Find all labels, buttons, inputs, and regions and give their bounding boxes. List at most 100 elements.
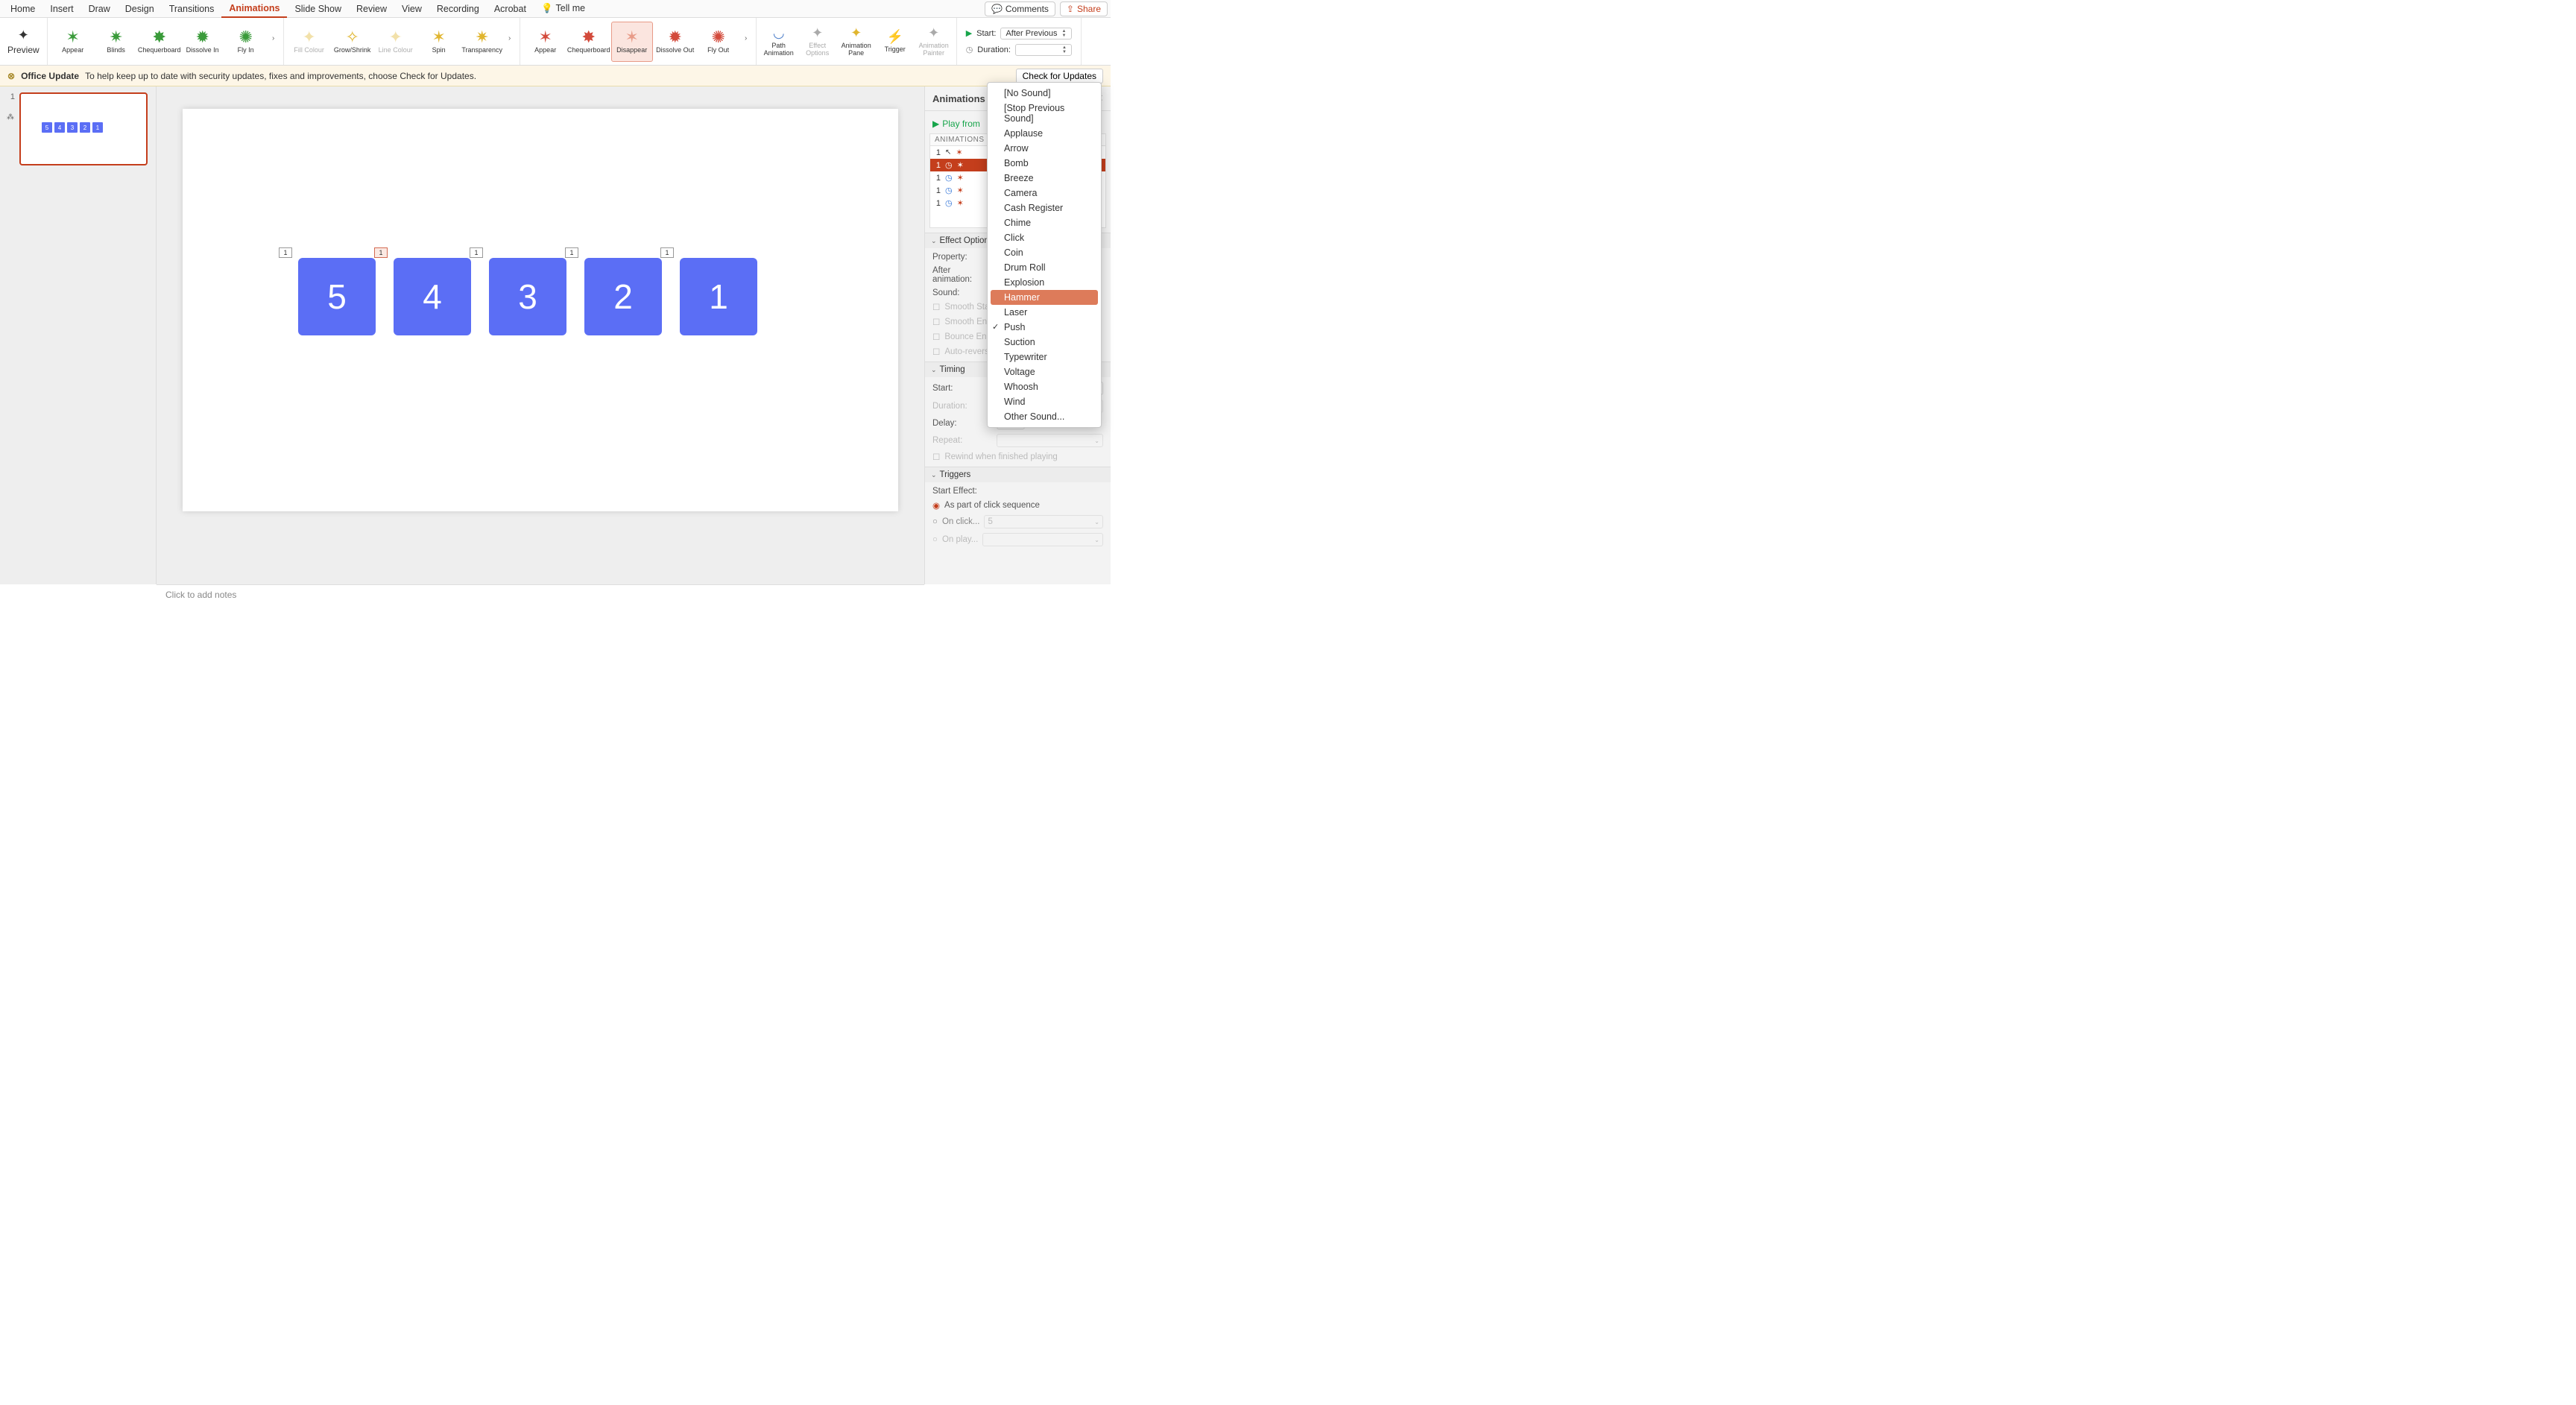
sound-option-label: Voltage — [1004, 367, 1035, 377]
sound-option-label: Chime — [1004, 218, 1031, 228]
exit-chequerboard[interactable]: ✸Chequerboard — [568, 22, 610, 62]
slide-canvas[interactable]: 15 14 13 12 11 — [183, 109, 898, 511]
tab-design[interactable]: Design — [118, 1, 162, 17]
emphasis-transparency[interactable]: ✷Transparency — [461, 22, 503, 62]
triggers-header[interactable]: ⌄Triggers — [925, 467, 1111, 482]
path-animation-button[interactable]: ◡Path Animation — [761, 25, 797, 57]
sound-option-coin[interactable]: Coin — [988, 245, 1101, 260]
exit-appear[interactable]: ✶Appear — [525, 22, 566, 62]
radio-on-click[interactable]: ○On click...5⌄ — [932, 515, 1103, 528]
sound-option-breeze[interactable]: Breeze — [988, 171, 1101, 186]
sound-option-chime[interactable]: Chime — [988, 215, 1101, 230]
anim-tag[interactable]: 1 — [279, 247, 292, 258]
sound-option-wind[interactable]: Wind — [988, 394, 1101, 409]
tab-draw[interactable]: Draw — [81, 1, 118, 17]
sound-option-bomb[interactable]: Bomb — [988, 156, 1101, 171]
animation-painter-button[interactable]: ✦Animation Painter — [916, 25, 952, 57]
tool-label: Animation Pane — [839, 42, 874, 57]
sound-option-other-sound-[interactable]: Other Sound... — [988, 409, 1101, 424]
tab-review[interactable]: Review — [349, 1, 394, 17]
sound-option-hammer[interactable]: Hammer — [991, 290, 1098, 305]
tab-insert[interactable]: Insert — [42, 1, 80, 17]
slide-box-5[interactable]: 5 — [298, 258, 376, 335]
slide-box-4[interactable]: 4 — [394, 258, 471, 335]
sound-option-label: Click — [1004, 233, 1024, 243]
gallery-label: Disappear — [616, 47, 647, 54]
anim-tag[interactable]: 1 — [660, 247, 674, 258]
sound-option-label: Wind — [1004, 397, 1025, 407]
start-dropdown[interactable]: After Previous ▲▼ — [1000, 28, 1071, 40]
sound-option-drum-roll[interactable]: Drum Roll — [988, 260, 1101, 275]
sound-option-whoosh[interactable]: Whoosh — [988, 379, 1101, 394]
radio-on-play: ○On play...⌄ — [932, 533, 1103, 546]
sound-option-explosion[interactable]: Explosion — [988, 275, 1101, 290]
anim-tag-selected[interactable]: 1 — [374, 247, 388, 258]
sound-option-voltage[interactable]: Voltage — [988, 364, 1101, 379]
exit-more[interactable]: › — [741, 34, 751, 48]
emphasis-linecolour[interactable]: ✦Line Colour — [375, 22, 417, 62]
preview-label: Preview — [7, 45, 40, 55]
duration-field[interactable]: ▲▼ — [1015, 44, 1072, 56]
sound-option-label: Cash Register — [1004, 203, 1063, 213]
star-icon: ✹ — [195, 29, 209, 45]
sound-option-label: Explosion — [1004, 277, 1044, 288]
tab-animations[interactable]: Animations — [221, 0, 287, 18]
anim-tag[interactable]: 1 — [565, 247, 578, 258]
gallery-label: Appear — [62, 47, 83, 54]
exit-flyout[interactable]: ✺Fly Out — [698, 22, 739, 62]
preview-group[interactable]: ✦ Preview — [0, 18, 48, 65]
anim-tag[interactable]: 1 — [470, 247, 483, 258]
sound-option-suction[interactable]: Suction — [988, 335, 1101, 350]
comments-button[interactable]: 💬Comments — [985, 1, 1055, 16]
share-icon: ⇪ — [1067, 4, 1074, 14]
emphasis-fillcolour[interactable]: ✦Fill Colour — [288, 22, 330, 62]
tab-home[interactable]: Home — [3, 1, 42, 17]
sound-option-click[interactable]: Click — [988, 230, 1101, 245]
path-icon: ◡ — [773, 25, 785, 41]
sound-option-laser[interactable]: Laser — [988, 305, 1101, 320]
tab-transitions[interactable]: Transitions — [162, 1, 222, 17]
sound-option--stop-previous-sound-[interactable]: [Stop Previous Sound] — [988, 101, 1101, 126]
sound-option-applause[interactable]: Applause — [988, 126, 1101, 141]
sound-option-cash-register[interactable]: Cash Register — [988, 201, 1101, 215]
animation-pane-button[interactable]: ✦Animation Pane — [839, 25, 874, 57]
emphasis-spin[interactable]: ✶Spin — [418, 22, 460, 62]
entrance-more[interactable]: › — [268, 34, 279, 48]
tab-acrobat[interactable]: Acrobat — [487, 1, 534, 17]
notes-area[interactable]: Click to add notes — [157, 584, 924, 605]
entrance-chequerboard[interactable]: ✸Chequerboard — [139, 22, 180, 62]
sound-option-typewriter[interactable]: Typewriter — [988, 350, 1101, 364]
slide-box-3[interactable]: 3 — [489, 258, 566, 335]
main-area: 1 ⁂ 5 4 3 2 1 15 14 13 12 11 — [0, 86, 1111, 584]
entrance-appear[interactable]: ✶Appear — [52, 22, 94, 62]
trigger-button[interactable]: ⚡Trigger — [877, 29, 913, 54]
effect-options-button[interactable]: ✦Effect Options — [800, 25, 836, 57]
entrance-flyin[interactable]: ✺Fly In — [225, 22, 267, 62]
exit-disappear[interactable]: ✶ Disappear — [611, 22, 653, 62]
slide-box-1[interactable]: 1 — [680, 258, 757, 335]
timing-group: ▶ Start: After Previous ▲▼ ◷ Duration: ▲… — [957, 18, 1082, 65]
sound-option--no-sound-[interactable]: [No Sound] — [988, 86, 1101, 101]
tab-recording[interactable]: Recording — [429, 1, 487, 17]
tab-slideshow[interactable]: Slide Show — [287, 1, 349, 17]
radio-click-sequence[interactable]: ◉As part of click sequence — [932, 500, 1103, 511]
sound-option-arrow[interactable]: Arrow — [988, 141, 1101, 156]
tab-view[interactable]: View — [394, 1, 429, 17]
tellme[interactable]: 💡Tell me — [534, 0, 593, 17]
check-updates-button[interactable]: Check for Updates — [1016, 69, 1103, 83]
update-title: Office Update — [21, 71, 79, 81]
slide-box-2[interactable]: 2 — [584, 258, 662, 335]
pane-icon: ✦ — [850, 25, 862, 41]
sound-option-camera[interactable]: Camera — [988, 186, 1101, 201]
play-icon: ▶ — [932, 119, 939, 129]
close-icon[interactable]: ⊗ — [7, 71, 15, 81]
sound-option-push[interactable]: ✓Push — [988, 320, 1101, 335]
star-icon: ✶ — [625, 29, 638, 45]
exit-dissolveout[interactable]: ✹Dissolve Out — [654, 22, 696, 62]
entrance-blinds[interactable]: ✷Blinds — [95, 22, 137, 62]
slide-thumbnail-1[interactable]: 5 4 3 2 1 — [19, 92, 148, 165]
emphasis-growshrink[interactable]: ✧Grow/Shrink — [332, 22, 373, 62]
share-button[interactable]: ⇪Share — [1060, 1, 1108, 16]
emphasis-more[interactable]: › — [505, 34, 515, 48]
entrance-dissolvein[interactable]: ✹Dissolve In — [182, 22, 224, 62]
